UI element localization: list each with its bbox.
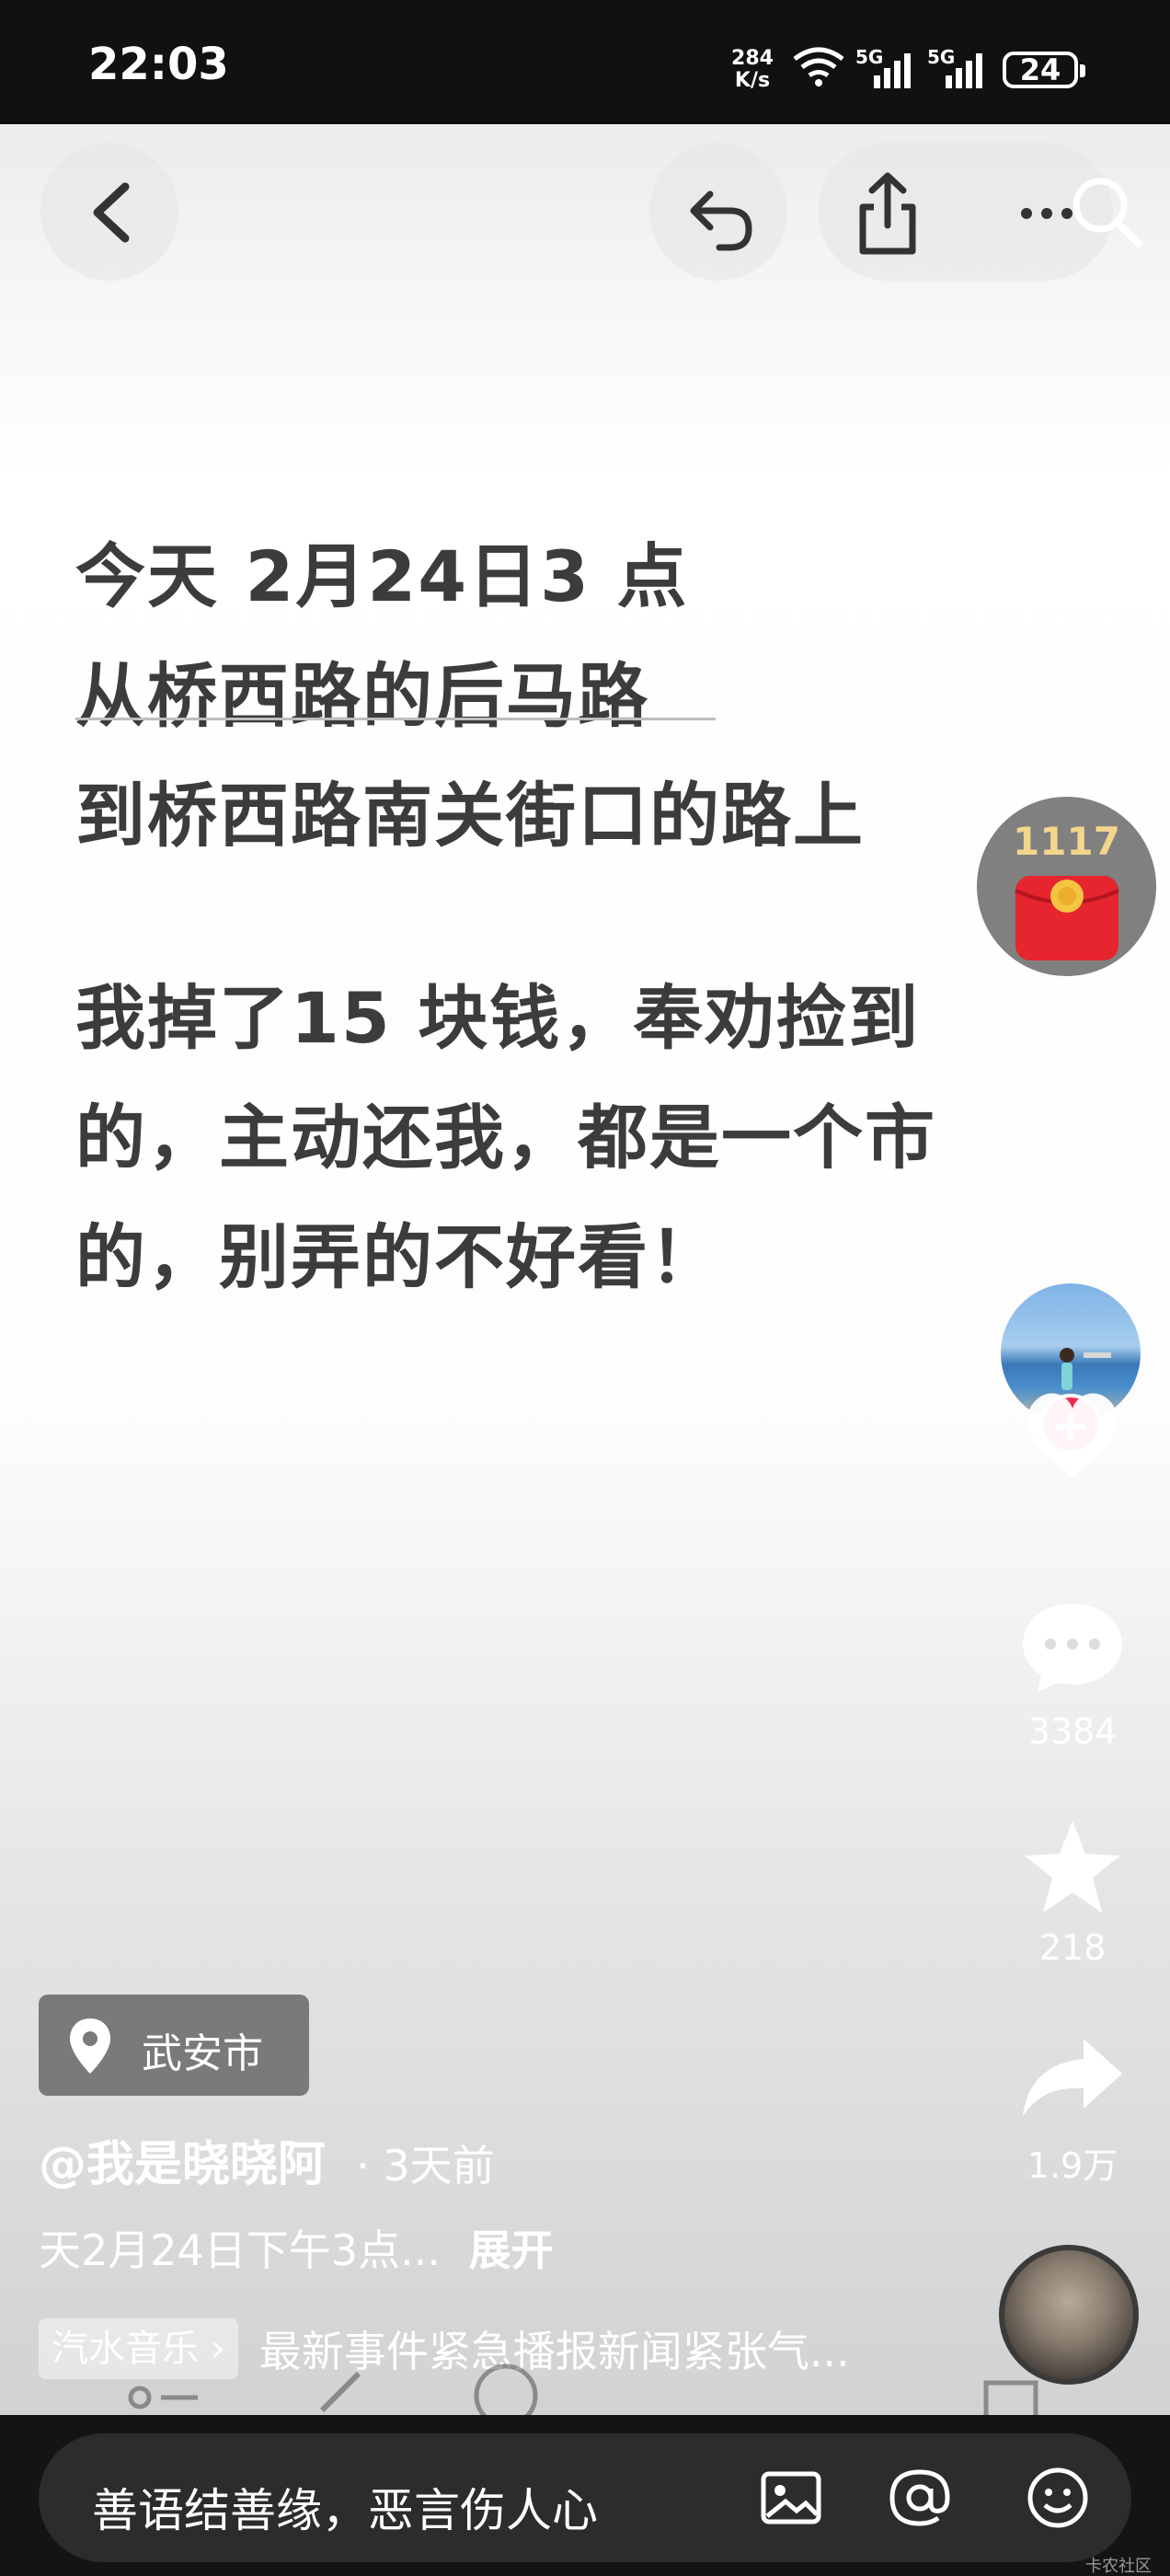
network-speed: 284 K/s <box>731 47 774 92</box>
favorites-count: 218 <box>1038 1927 1107 1968</box>
bottom-bar: 善语结善缘，恶言伤人心 卡农社区 <box>0 2415 1170 2576</box>
red-packet-button[interactable]: 1117 <box>977 797 1156 976</box>
location-pin-icon <box>70 2018 110 2074</box>
status-bar: 22:03 284 K/s 5G 5G 24 <box>0 0 1170 124</box>
share-upload-icon <box>859 172 916 255</box>
shares-count: 1.9万 <box>1027 2145 1118 2186</box>
undo-button[interactable] <box>649 143 787 281</box>
faded-toolbar <box>128 2363 1038 2420</box>
post-text-line: 的，主动还我，都是一个市 <box>75 1097 936 1179</box>
post-text-line: 到桥西路南关街口的路上 <box>75 775 865 857</box>
status-time: 22:03 <box>88 39 229 90</box>
back-icon <box>93 182 130 243</box>
description: 天2月24日下午3点... 展开 <box>39 2217 554 2278</box>
red-packet-icon <box>1015 876 1119 960</box>
location-label: 武安市 <box>142 2030 263 2077</box>
share-arrow-icon[interactable] <box>1017 2033 1128 2125</box>
description-text: 天2月24日下午3点... <box>39 2225 441 2275</box>
battery-indicator: 24 <box>1003 52 1085 88</box>
author-name[interactable]: @我是晓晓阿 <box>39 2137 326 2192</box>
heart-icon[interactable] <box>1017 1385 1128 1486</box>
comment-input[interactable]: 善语结善缘，恶言伤人心 <box>39 2433 1131 2562</box>
text-underline <box>75 718 716 720</box>
expand-button[interactable]: 展开 <box>469 2225 554 2275</box>
image-icon[interactable] <box>758 2465 824 2531</box>
back-button[interactable] <box>40 143 178 281</box>
post-text-line: 的，别弄的不好看！ <box>75 1216 721 1298</box>
star-icon[interactable] <box>1017 1817 1128 1918</box>
post-text-line: 我掉了15 块钱，奉劝捡到 <box>75 977 921 1059</box>
watermark: 卡农社区 <box>1085 2557 1152 2576</box>
at-icon[interactable] <box>887 2465 953 2531</box>
post-time: · 3天前 <box>356 2141 495 2191</box>
comment-placeholder: 善语结善缘，恶言伤人心 <box>92 2484 598 2537</box>
post-text-line: 今天 2月24日3 点 <box>75 535 689 617</box>
emoji-icon[interactable] <box>1025 2465 1091 2531</box>
search-icon[interactable] <box>1065 170 1148 253</box>
comment-icon[interactable] <box>1017 1596 1128 1697</box>
author-row: @我是晓晓阿 · 3天前 <box>39 2125 495 2194</box>
post-content: 今天 2月24日3 点 从桥西路的后马路 到桥西路南关街口的路上 我掉了15 块… <box>0 124 1170 2420</box>
post-text-line: 从桥西路的后马路 <box>75 655 649 737</box>
undo-icon <box>690 190 752 251</box>
location-tag[interactable]: 武安市 <box>39 1995 309 2096</box>
comments-count: 3384 <box>1027 1711 1118 1752</box>
